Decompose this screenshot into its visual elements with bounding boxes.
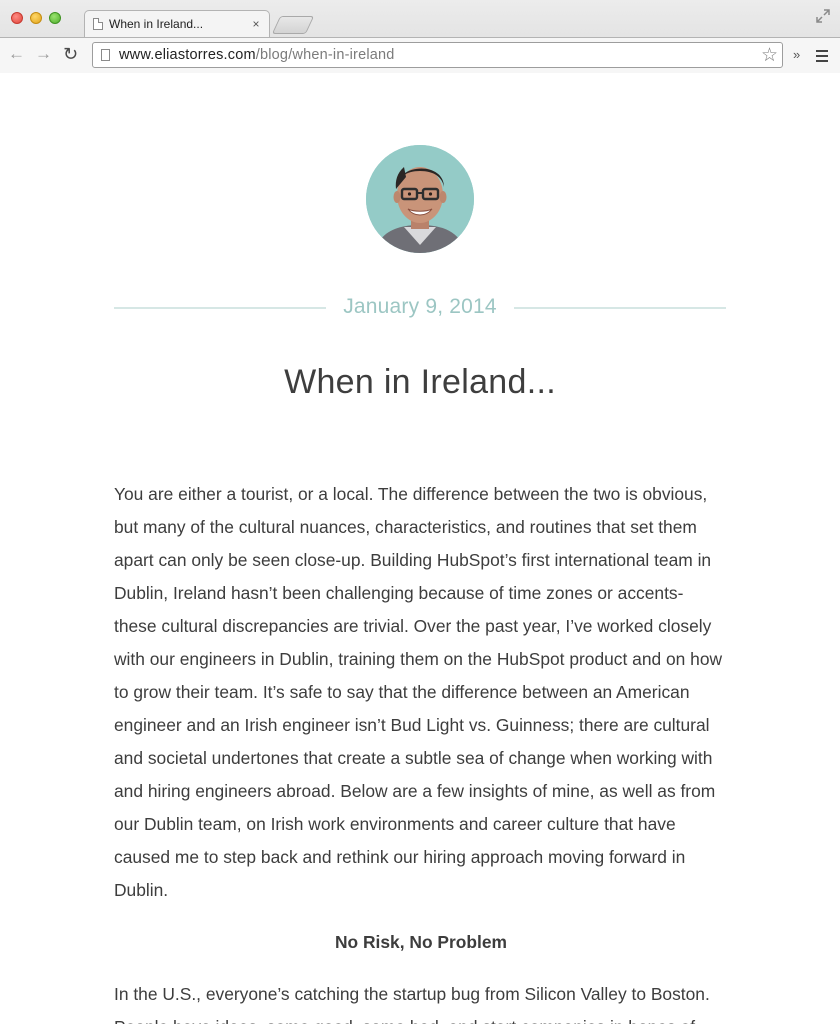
back-arrow-icon[interactable]: ← xyxy=(8,43,25,65)
tab-close-icon[interactable]: × xyxy=(248,17,264,31)
url-domain: www.eliastorres.com xyxy=(119,47,256,63)
reload-icon[interactable]: ↻ xyxy=(63,43,78,65)
section-heading: No Risk, No Problem xyxy=(334,932,507,952)
browser-tab[interactable]: When in Ireland... × xyxy=(84,10,270,37)
page-icon xyxy=(93,18,103,30)
page-icon xyxy=(101,49,110,61)
window-controls xyxy=(11,12,61,24)
close-window-button[interactable] xyxy=(11,12,23,24)
forward-arrow-icon[interactable]: → xyxy=(35,43,52,65)
extensions-chevron-icon[interactable]: » xyxy=(793,47,800,62)
browser-toolbar: ← → ↻ www.eliastorres.com/blog/when-in-i… xyxy=(0,37,840,73)
address-bar[interactable]: www.eliastorres.com/blog/when-in-ireland… xyxy=(92,42,783,68)
browser-chrome: When in Ireland... × ← → ↻ www.eliastorr… xyxy=(0,0,840,73)
post-paragraph: You are either a tourist, or a local. Th… xyxy=(114,484,723,900)
url-path: /blog/when-in-ireland xyxy=(255,47,395,63)
menu-icon[interactable] xyxy=(816,50,828,65)
author-avatar xyxy=(366,145,474,253)
post-date-row: January 9, 2014 xyxy=(114,293,726,323)
url-text[interactable]: www.eliastorres.com/blog/when-in-ireland xyxy=(119,47,395,63)
fullscreen-icon[interactable] xyxy=(816,9,830,23)
zoom-window-button[interactable] xyxy=(49,12,61,24)
minimize-window-button[interactable] xyxy=(30,12,42,24)
divider-right xyxy=(514,307,726,309)
post-paragraph: In the U.S., everyone’s catching the sta… xyxy=(114,984,710,1024)
bookmark-star-icon[interactable]: ☆ xyxy=(761,44,778,67)
blog-page: January 9, 2014 When in Ireland... You a… xyxy=(0,73,840,1024)
new-tab-button[interactable] xyxy=(271,16,315,34)
author-portrait xyxy=(366,145,474,253)
post-title: When in Ireland... xyxy=(284,363,556,401)
post-body: You are either a tourist, or a local. Th… xyxy=(114,478,728,1024)
tab-title: When in Ireland... xyxy=(109,17,204,31)
